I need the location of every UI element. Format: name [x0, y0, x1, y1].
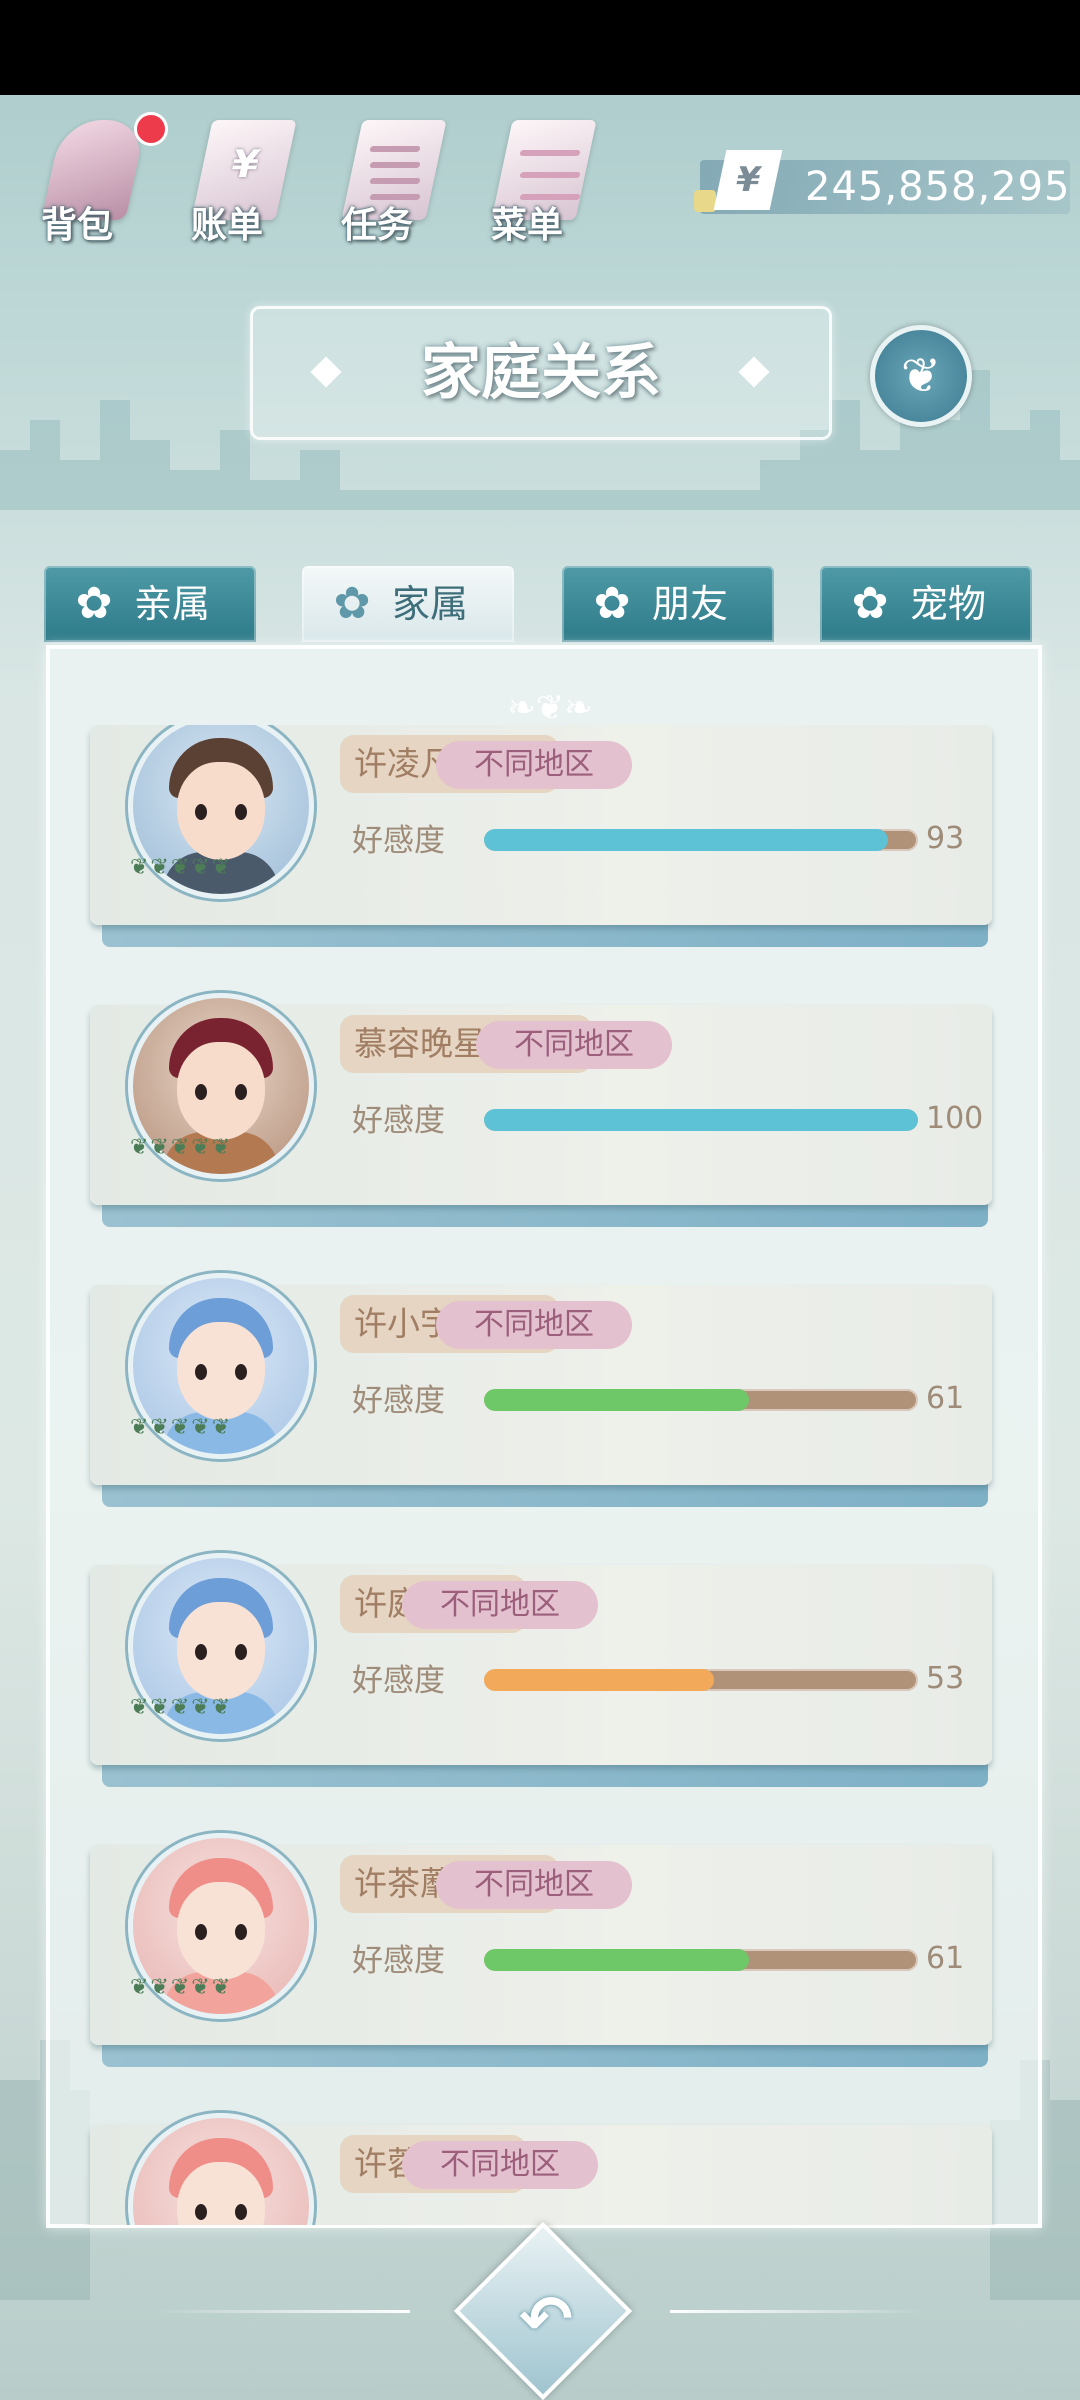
affinity-bar-fill — [484, 1389, 749, 1411]
affinity-bar — [484, 829, 918, 851]
toolbar-item-bag[interactable]: 背包 — [22, 110, 152, 250]
member-card[interactable]: ❦❦❦❦❦许茶蘼(孙女)不同地区好感度61 — [90, 1833, 992, 2067]
affinity-value: 61 — [926, 1941, 965, 1976]
flower-icon: ✿ — [851, 578, 889, 629]
toolbar-item-menu[interactable]: 菜单 — [472, 110, 602, 250]
status-bar — [0, 0, 1080, 95]
tab-label: 朋友 — [652, 582, 729, 626]
family-tree-icon: ❦ — [900, 348, 942, 404]
affinity-bar — [484, 1389, 918, 1411]
flower-icon: ✿ — [593, 578, 631, 629]
member-card[interactable]: ❦❦❦❦❦许凌凡(儿子)不同地区好感度93 — [90, 725, 992, 947]
region-badge: 不同地区 — [436, 741, 632, 789]
affinity-bar-fill — [484, 1949, 749, 1971]
toolbar-item-task[interactable]: 任务 — [322, 110, 452, 250]
region-badge: 不同地区 — [402, 1581, 598, 1629]
decorative-line-right — [670, 2310, 930, 2313]
tab-friends[interactable]: ✿ 朋友 — [562, 566, 774, 642]
tab-label: 家属 — [392, 582, 469, 626]
toolbar-label: 背包 — [40, 205, 113, 246]
money-display: ¥ 245,858,295 — [694, 150, 1071, 214]
coin-icon — [694, 190, 716, 212]
scroll-ornament-icon: ❧❦❧ — [507, 688, 593, 728]
region-badge: 不同地区 — [402, 2141, 598, 2189]
toolbar-label: 菜单 — [490, 205, 563, 246]
affinity-bar-fill — [484, 1669, 715, 1691]
tab-relatives[interactable]: ✿ 亲属 — [44, 566, 256, 642]
affinity-bar-fill — [484, 1109, 918, 1131]
leaf-ornament-icon: ❦❦❦❦❦ — [130, 1415, 233, 1440]
affinity-label: 好感度 — [352, 823, 445, 859]
family-list[interactable]: ❦❦❦❦❦许凌凡(儿子)不同地区好感度93❦❦❦❦❦慕容晚星(儿媳)不同地区好感… — [46, 725, 1034, 2225]
flower-icon: ✿ — [333, 578, 371, 629]
region-badge: 不同地区 — [476, 1021, 672, 1069]
toolbar-item-bill[interactable]: ¥ 账单 — [172, 110, 302, 250]
member-card[interactable]: ❦❦❦❦❦许庭(孙子)不同地区好感度53 — [90, 1553, 992, 1787]
affinity-label: 好感度 — [352, 1103, 445, 1139]
affinity-bar — [484, 1109, 918, 1131]
affinity-bar — [484, 1949, 918, 1971]
tab-family[interactable]: ✿ 家属 — [302, 566, 514, 642]
affinity-bar — [484, 1669, 918, 1691]
tab-label: 亲属 — [134, 582, 211, 626]
flower-icon: ✿ — [75, 578, 113, 629]
affinity-value: 61 — [926, 1381, 965, 1416]
family-tree-button[interactable]: ❦ — [870, 325, 972, 427]
member-card[interactable]: ❦❦❦❦❦ 慕容晚星(儿媳) 不同地区 好感度 100 — [90, 993, 992, 1227]
toolbar-label: 任务 — [340, 205, 413, 246]
affinity-value: 53 — [926, 1661, 965, 1696]
yen-icon: ¥ — [713, 150, 783, 210]
toolbar-label: 账单 — [190, 205, 263, 246]
affinity-value: 100 — [926, 1101, 984, 1136]
money-amount: 245,858,295 — [805, 164, 1071, 210]
member-card[interactable]: ❦❦❦❦❦许小宇(孙子)不同地区好感度61 — [90, 1273, 992, 1507]
affinity-value: 93 — [926, 821, 965, 856]
leaf-ornament-icon: ❦❦❦❦❦ — [130, 1695, 233, 1720]
leaf-ornament-icon: ❦❦❦❦❦ — [130, 855, 233, 880]
affinity-label: 好感度 — [352, 1383, 445, 1419]
affinity-label: 好感度 — [352, 1663, 445, 1699]
affinity-bar-fill — [484, 829, 888, 851]
notification-dot — [134, 112, 168, 146]
decorative-line-left — [150, 2310, 410, 2313]
affinity-label: 好感度 — [352, 1943, 445, 1979]
page-title-box: 家庭关系 — [250, 306, 832, 440]
region-badge: 不同地区 — [436, 1301, 632, 1349]
leaf-ornament-icon: ❦❦❦❦❦ — [130, 1975, 233, 2000]
region-badge: 不同地区 — [436, 1861, 632, 1909]
back-arrow-icon: ↶ — [519, 2283, 573, 2357]
tab-label: 宠物 — [910, 582, 987, 626]
tab-pets[interactable]: ✿ 宠物 — [820, 566, 1032, 642]
leaf-ornament-icon: ❦❦❦❦❦ — [130, 1135, 233, 1160]
member-card[interactable]: ❦❦❦❦❦许蓉(孙女)不同地区 — [90, 2113, 992, 2225]
